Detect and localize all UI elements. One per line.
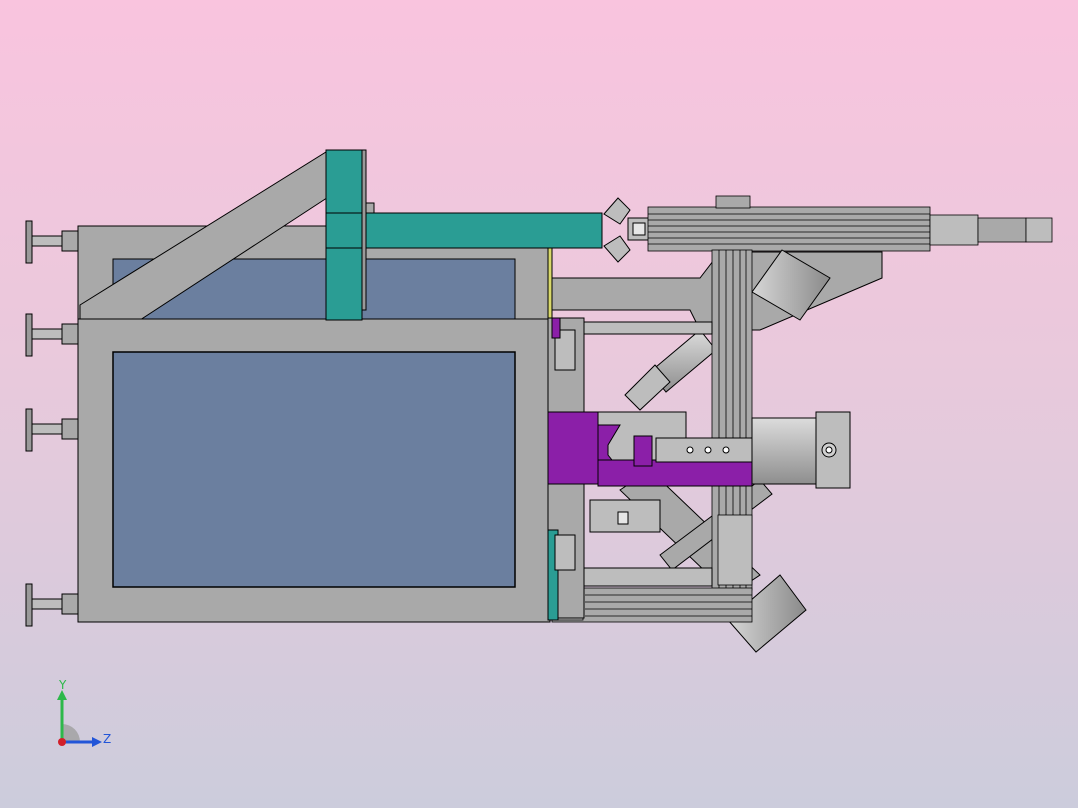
leveling-feet [25, 220, 79, 627]
leveling-foot [25, 220, 79, 264]
leveling-foot [25, 583, 79, 627]
leveling-foot [25, 408, 79, 452]
assembly-model[interactable] [0, 0, 1078, 808]
linear-rail-top [647, 195, 1053, 252]
triad-graphic [57, 690, 102, 747]
leveling-foot [25, 313, 79, 357]
z-axis-label: Z [103, 732, 112, 746]
coordinate-triad: Y Z [40, 678, 130, 760]
pneumatic-cylinder [751, 411, 851, 489]
main-frame [77, 318, 551, 623]
cad-viewport[interactable]: Y Z [0, 0, 1078, 808]
linear-rail-vertical [711, 249, 753, 591]
corner-connector [603, 197, 651, 263]
y-axis-label: Y [59, 678, 67, 692]
